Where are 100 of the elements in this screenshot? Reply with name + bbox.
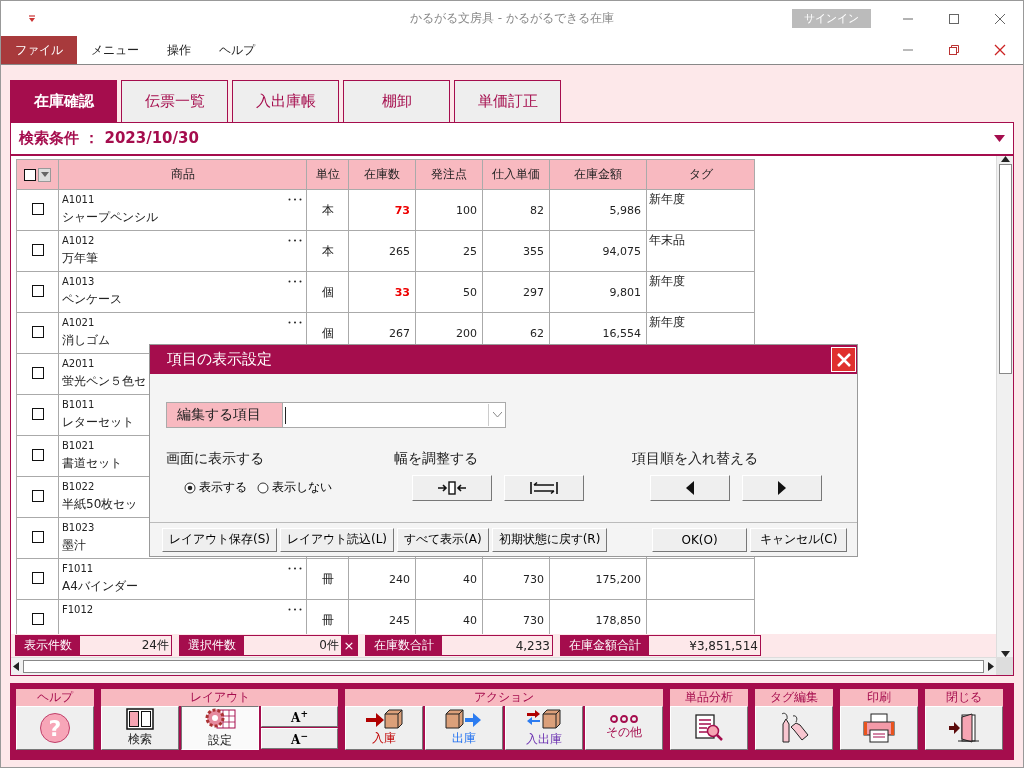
toolbar-button[interactable]: 設定 bbox=[181, 706, 259, 750]
checkbox[interactable] bbox=[31, 243, 44, 256]
close-button[interactable] bbox=[831, 347, 856, 372]
group-title: アクション bbox=[345, 689, 663, 706]
toolbar-button[interactable] bbox=[840, 706, 918, 750]
toolbar-button[interactable]: 出庫 bbox=[425, 706, 503, 750]
checkbox[interactable] bbox=[31, 530, 44, 543]
checkbox[interactable] bbox=[31, 284, 44, 297]
dropdown-icon[interactable] bbox=[994, 135, 1005, 142]
move-left-button[interactable] bbox=[650, 475, 730, 501]
ellipsis-icon[interactable] bbox=[288, 238, 302, 242]
field-label: 編集する項目 bbox=[166, 402, 283, 428]
checkbox[interactable] bbox=[31, 448, 44, 461]
vertical-scrollbar[interactable] bbox=[996, 156, 1013, 657]
window-title: かるがる文房具 - かるがるできる在庫 bbox=[410, 10, 614, 27]
product-name: 墨汁 bbox=[62, 538, 86, 552]
checkbox[interactable] bbox=[31, 571, 44, 584]
horizontal-scrollbar[interactable] bbox=[11, 657, 996, 675]
checkbox[interactable] bbox=[31, 202, 44, 215]
box-arrow-out-icon bbox=[445, 709, 483, 729]
checkbox[interactable] bbox=[24, 168, 36, 181]
column-header[interactable]: 単位 bbox=[306, 159, 349, 190]
table-cell: 178,850 bbox=[595, 613, 641, 627]
table-cell: 62 bbox=[530, 326, 544, 340]
tab[interactable]: 伝票一覧 bbox=[121, 80, 228, 122]
toolbar-button[interactable]: 入庫 bbox=[345, 706, 423, 750]
table-cell: 267 bbox=[389, 326, 410, 340]
scroll-right-icon[interactable] bbox=[988, 662, 994, 671]
column-header[interactable]: 発注点 bbox=[415, 159, 483, 190]
checkbox[interactable] bbox=[31, 325, 44, 338]
table-cell: 個 bbox=[321, 325, 334, 340]
group-title: 閉じる bbox=[925, 689, 1003, 706]
chevron-down-icon[interactable] bbox=[492, 412, 502, 418]
column-header[interactable]: 商品 bbox=[58, 159, 307, 190]
status-label: 表示件数 bbox=[16, 636, 80, 655]
toolbar-button[interactable] bbox=[755, 706, 833, 750]
tab[interactable]: 棚卸 bbox=[343, 80, 450, 122]
table-cell: 265 bbox=[389, 244, 410, 258]
status-label: 選択件数 bbox=[180, 636, 244, 655]
table-cell: 40 bbox=[463, 613, 477, 627]
product-code: F1011 bbox=[62, 561, 94, 575]
table-cell: 82 bbox=[530, 203, 544, 217]
dialog-title: 項目の表示設定 bbox=[167, 350, 272, 369]
move-right-button[interactable] bbox=[742, 475, 822, 501]
product-name: レターセット bbox=[62, 415, 134, 429]
checkbox[interactable] bbox=[31, 489, 44, 502]
ellipsis-icon[interactable] bbox=[288, 320, 302, 324]
column-header[interactable]: タグ bbox=[646, 159, 755, 190]
table-cell: 新年度 bbox=[649, 315, 685, 329]
close-icon bbox=[835, 351, 852, 368]
toolbar-button[interactable]: 入出庫 bbox=[505, 706, 583, 750]
table-cell: 本 bbox=[321, 243, 334, 258]
layout-button[interactable]: レイアウト保存(S) bbox=[162, 527, 277, 552]
menu-item[interactable]: 操作 bbox=[153, 36, 205, 64]
table-cell: 240 bbox=[389, 572, 410, 586]
checkbox[interactable] bbox=[31, 407, 44, 420]
tab[interactable]: 入出庫帳 bbox=[232, 80, 339, 122]
clear-button[interactable]: × bbox=[341, 636, 357, 655]
dropdown-button[interactable] bbox=[38, 167, 51, 182]
table-cell: 個 bbox=[321, 284, 334, 299]
menu-item[interactable]: メニュー bbox=[77, 36, 153, 64]
font-smaller-button[interactable]: A$^{−}$ bbox=[261, 728, 338, 749]
ellipsis-icon[interactable] bbox=[288, 566, 302, 570]
product-code: B1021 bbox=[62, 438, 95, 452]
toolbar-button[interactable]: その他 bbox=[585, 706, 663, 750]
status-label: 在庫数合計 bbox=[366, 636, 442, 655]
tab[interactable]: 在庫確認 bbox=[10, 80, 117, 122]
column-header[interactable]: 仕入単価 bbox=[482, 159, 550, 190]
layout-button[interactable]: レイアウト読込(L) bbox=[280, 527, 395, 552]
column-header[interactable]: 在庫金額 bbox=[549, 159, 647, 190]
tab[interactable]: 単価訂正 bbox=[454, 80, 561, 122]
cancel-button[interactable]: キャンセル(C) bbox=[750, 527, 847, 552]
layout-button[interactable]: 初期状態に戻す(R) bbox=[491, 527, 608, 552]
ellipsis-icon[interactable] bbox=[288, 279, 302, 283]
group-title: タグ編集 bbox=[755, 689, 833, 706]
menu-item[interactable]: ヘルプ bbox=[205, 36, 269, 64]
toolbar-button[interactable] bbox=[925, 706, 1003, 750]
font-larger-button[interactable]: A$^{+}$ bbox=[261, 706, 338, 727]
ok-button[interactable]: OK(O) bbox=[652, 527, 747, 552]
table-cell: 730 bbox=[523, 572, 544, 586]
gear-icon bbox=[203, 707, 237, 731]
quick-access-icon[interactable] bbox=[27, 13, 37, 24]
ellipsis-icon[interactable] bbox=[288, 607, 302, 611]
radio-button[interactable]: 表示する bbox=[184, 479, 247, 496]
toolbar-button[interactable]: 検索 bbox=[101, 706, 179, 750]
radio-button[interactable]: 表示しない bbox=[257, 479, 332, 496]
layout-button[interactable]: すべて表示(A) bbox=[397, 527, 489, 552]
table-cell: 冊 bbox=[321, 612, 334, 627]
narrow-width-button[interactable] bbox=[412, 475, 492, 501]
widen-width-button[interactable] bbox=[504, 475, 584, 501]
menu-item[interactable]: ファイル bbox=[1, 36, 77, 64]
column-header[interactable]: 在庫数 bbox=[348, 159, 416, 190]
scroll-left-icon[interactable] bbox=[13, 662, 19, 671]
ellipsis-icon[interactable] bbox=[288, 197, 302, 201]
product-name: 消しゴム bbox=[62, 333, 110, 347]
item-select-field[interactable] bbox=[283, 402, 506, 428]
table-cell: 年末品 bbox=[649, 233, 685, 247]
checkbox[interactable] bbox=[31, 366, 44, 379]
toolbar-button[interactable] bbox=[670, 706, 748, 750]
checkbox[interactable] bbox=[31, 612, 44, 625]
